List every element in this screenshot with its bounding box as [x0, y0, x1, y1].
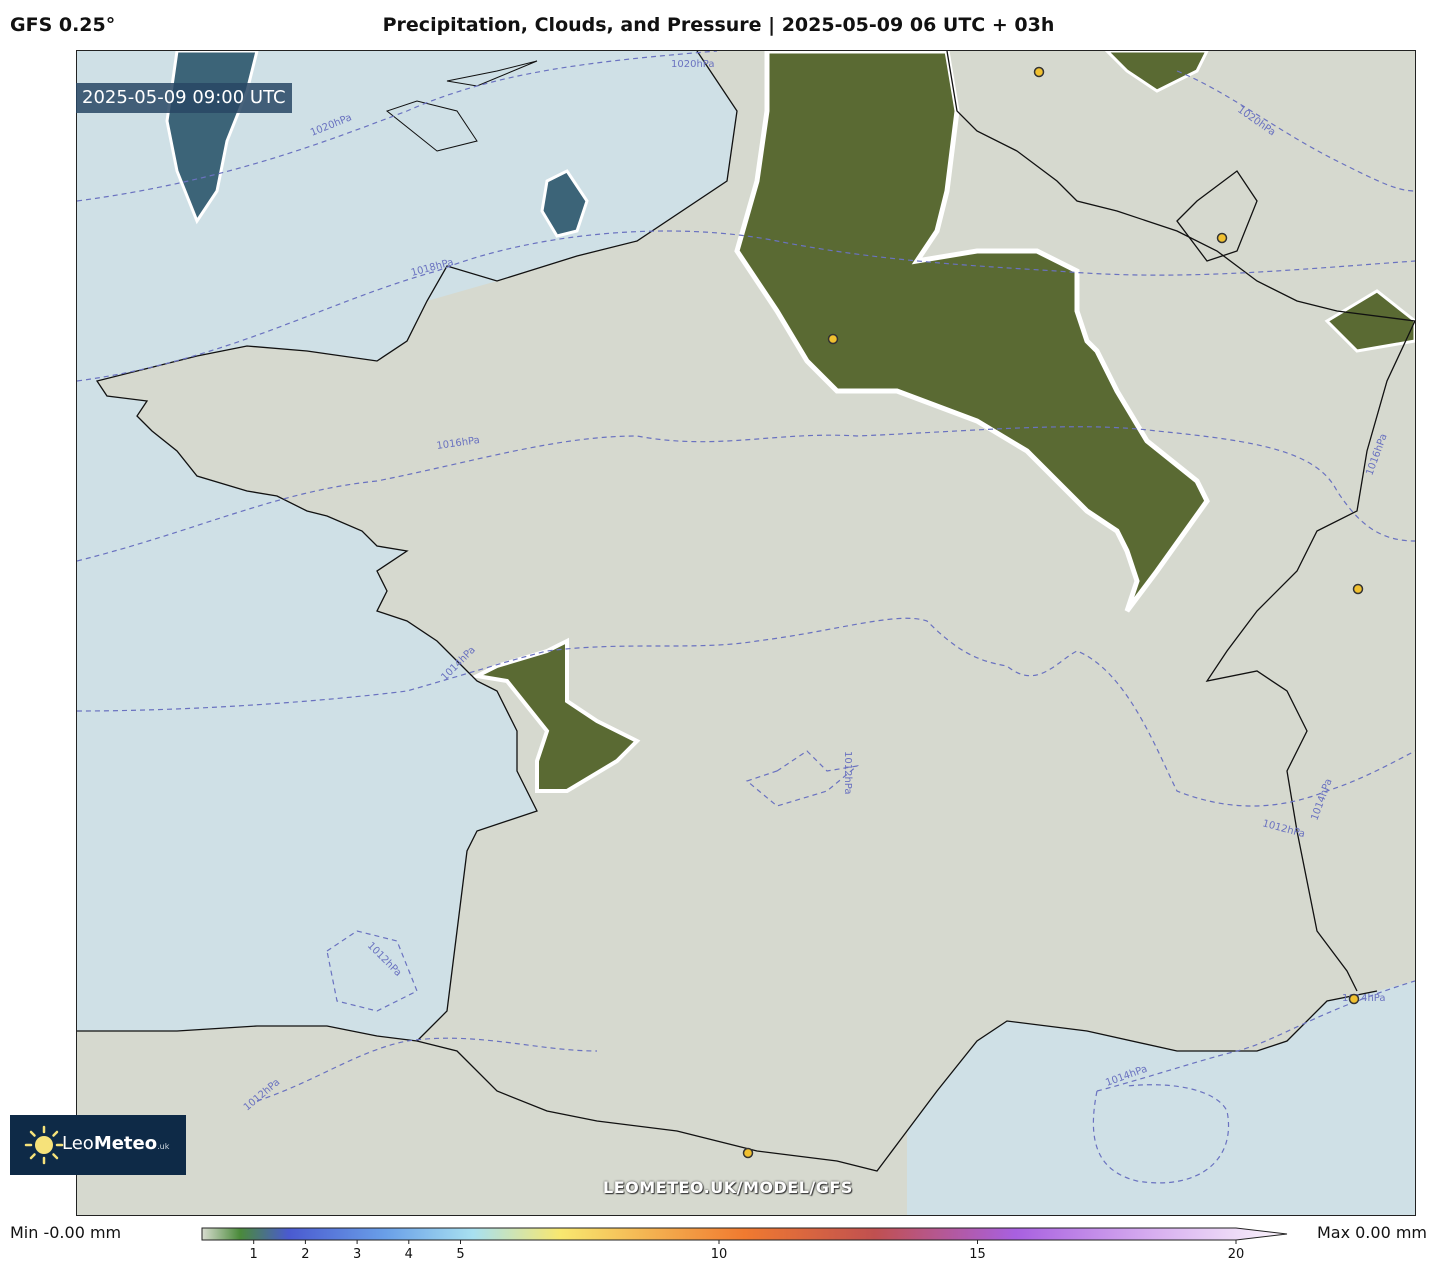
- colorbar-tick-label: 2: [301, 1247, 309, 1262]
- city-marker[interactable]: [1033, 66, 1045, 78]
- colorbar: 1 2 3 4 5 10 15 20: [201, 1227, 1288, 1262]
- colorbar-tick-label: 10: [711, 1247, 728, 1262]
- map-canvas: 1020hPa 1020hPa 1020hPa 1018hPa 1016hPa …: [77, 51, 1415, 1215]
- valid-time-label: 2025-05-09 09:00 UTC: [76, 83, 292, 113]
- weather-map[interactable]: 1020hPa 1020hPa 1020hPa 1018hPa 1016hPa …: [76, 50, 1416, 1216]
- watermark: LEOMETEO.UK/MODEL/GFS: [603, 1178, 853, 1197]
- logo-brand-light: Leo: [62, 1133, 94, 1154]
- colorbar-tick-label: 15: [969, 1247, 986, 1262]
- colorbar-ticks: 1 2 3 4 5 10 15 20: [250, 1240, 1245, 1262]
- city-marker[interactable]: [1348, 993, 1360, 1005]
- isobar-label: 1012hPa: [842, 751, 853, 795]
- logo-wordmark: LeoMeteo.uk: [62, 1133, 169, 1154]
- colorbar-tick-label: 1: [250, 1247, 258, 1262]
- map-title-text: Precipitation, Clouds, and Pressure | 20…: [382, 14, 1055, 36]
- logo-suffix: .uk: [157, 1142, 170, 1151]
- map-title: Precipitation, Clouds, and Pressure | 20…: [0, 14, 1437, 36]
- sun-icon: [24, 1125, 64, 1165]
- city-marker[interactable]: [1216, 232, 1228, 244]
- colorbar-tick-label: 20: [1228, 1247, 1245, 1262]
- isobar-label: 1020hPa: [671, 59, 715, 70]
- colorbar-tick-label: 3: [353, 1247, 361, 1262]
- city-marker[interactable]: [1352, 583, 1364, 595]
- isobar-label: 1014hPa: [1342, 993, 1386, 1004]
- leometeo-logo[interactable]: LeoMeteo.uk: [10, 1115, 186, 1175]
- colorbar-tick-label: 4: [405, 1247, 413, 1262]
- colorbar-tick-label: 5: [456, 1247, 464, 1262]
- colorbar-ramp: [201, 1227, 1288, 1241]
- city-marker[interactable]: [742, 1147, 754, 1159]
- logo-brand-bold: Meteo: [93, 1133, 158, 1154]
- city-marker[interactable]: [827, 333, 839, 345]
